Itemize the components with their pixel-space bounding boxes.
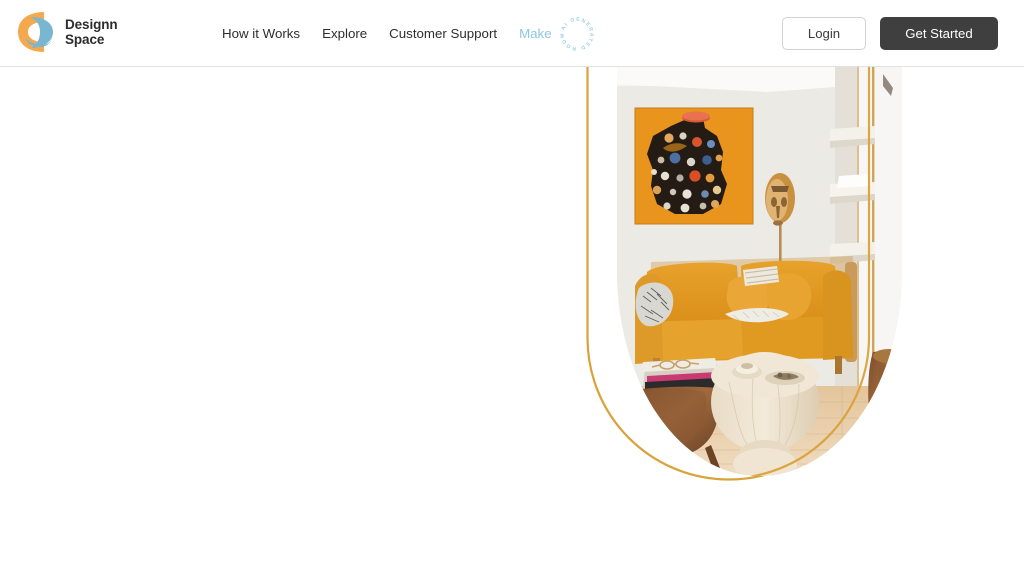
hero-room-illustration: [617, 67, 902, 476]
brand-name: Designn Space: [65, 17, 118, 47]
login-button[interactable]: Login: [782, 17, 866, 50]
badge-circular-text: AI GENERATED ROOMS: [555, 12, 593, 51]
site-header: Designn Space How it Works Explore Custo…: [0, 0, 1024, 67]
designn-space-logo-icon: [18, 12, 53, 52]
header-actions: Login Get Started: [782, 0, 998, 67]
primary-navigation: How it Works Explore Customer Support Ma…: [222, 0, 599, 67]
brand-logo[interactable]: Designn Space: [14, 9, 118, 55]
hero-section: [0, 67, 1024, 576]
get-started-button[interactable]: Get Started: [880, 17, 998, 50]
wall-artwork: [634, 107, 754, 225]
hero-room-photo: [617, 67, 902, 476]
nav-make-label: Make: [519, 26, 552, 41]
brand-name-line1: Designn: [65, 17, 118, 32]
ai-generated-rooms-circular-badge-icon: AI GENERATED ROOMS: [555, 12, 594, 51]
brand-name-line2: Space: [65, 32, 105, 47]
nav-make[interactable]: Make AI GENERATED ROOMS: [519, 11, 599, 56]
right-wood-stool: [868, 349, 902, 452]
nav-explore[interactable]: Explore: [322, 26, 367, 41]
nav-how-it-works[interactable]: How it Works: [222, 26, 300, 41]
nav-customer-support[interactable]: Customer Support: [389, 26, 497, 41]
svg-text:AI GENERATED ROOMS: AI GENERATED ROOMS: [555, 12, 594, 51]
